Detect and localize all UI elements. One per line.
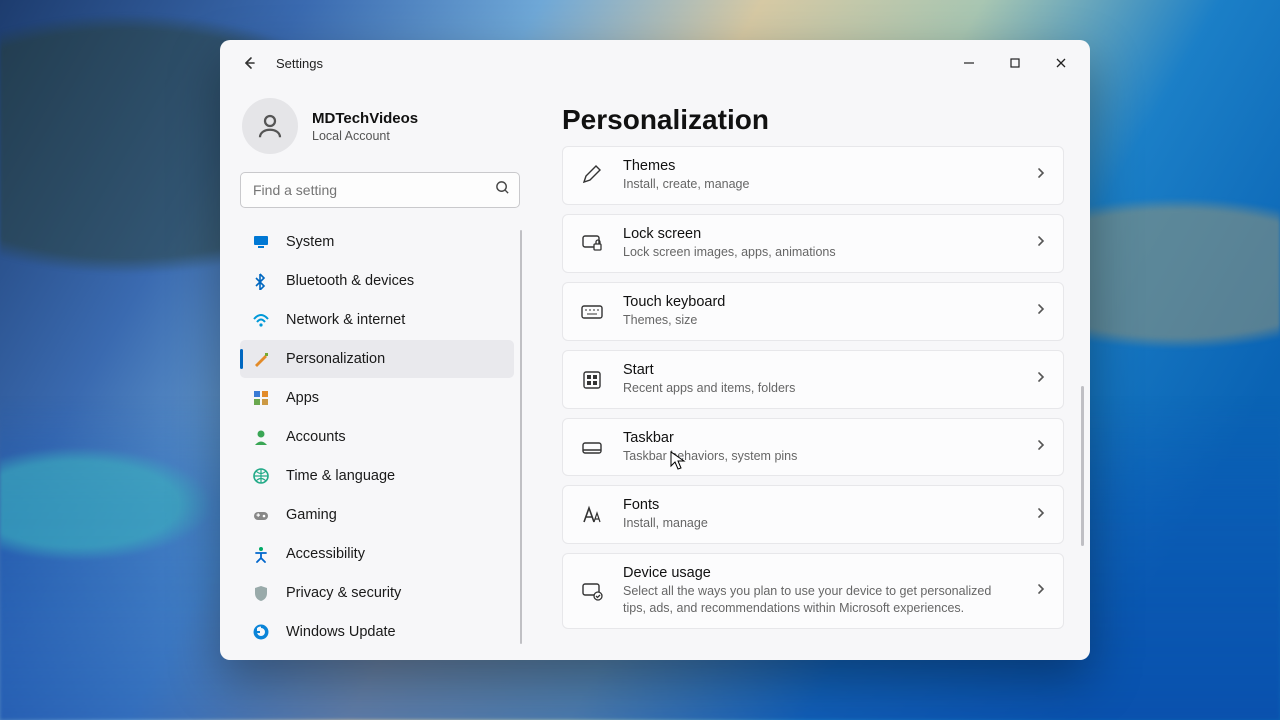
card-title: Device usage (623, 565, 1017, 581)
card-start[interactable]: Start Recent apps and items, folders (562, 350, 1064, 409)
monitor-icon (252, 233, 270, 251)
sidebar-item-label: Time & language (286, 468, 395, 484)
sidebar-item-label: Apps (286, 390, 319, 406)
card-text: Themes Install, create, manage (623, 158, 1017, 193)
page-title: Personalization (562, 104, 1064, 136)
card-themes[interactable]: Themes Install, create, manage (562, 146, 1064, 205)
settings-window: Settings MDTechVideos Local Account (220, 40, 1090, 660)
sidebar-item-label: Accounts (286, 429, 346, 445)
card-touch-keyboard[interactable]: Touch keyboard Themes, size (562, 282, 1064, 341)
wifi-icon (252, 311, 270, 329)
sidebar-nav: System Bluetooth & devices Network & inter… (238, 222, 522, 652)
sidebar-item-label: Windows Update (286, 624, 396, 640)
chevron-right-icon (1035, 506, 1047, 524)
card-subtitle: Recent apps and items, folders (623, 380, 1017, 397)
card-text: Start Recent apps and items, folders (623, 362, 1017, 397)
card-text: Fonts Install, manage (623, 497, 1017, 532)
maximize-icon (1009, 57, 1021, 69)
sidebar-item-time-language[interactable]: Time & language (240, 457, 514, 495)
back-arrow-icon (241, 55, 257, 71)
shield-icon (252, 584, 270, 602)
card-taskbar[interactable]: Taskbar Taskbar behaviors, system pins (562, 418, 1064, 477)
profile-name: MDTechVideos (312, 110, 418, 127)
sidebar-item-accounts[interactable]: Accounts (240, 418, 514, 456)
sidebar-item-bluetooth-devices[interactable]: Bluetooth & devices (240, 262, 514, 300)
sidebar-item-label: Privacy & security (286, 585, 401, 601)
sidebar-item-label: Bluetooth & devices (286, 273, 414, 289)
card-subtitle: Select all the ways you plan to use your… (623, 583, 1017, 617)
minimize-icon (963, 57, 975, 69)
sidebar-item-label: Accessibility (286, 546, 365, 562)
fonts-icon (579, 504, 605, 526)
sidebar-item-label: Gaming (286, 507, 337, 523)
card-title: Touch keyboard (623, 294, 1017, 310)
chevron-right-icon (1035, 370, 1047, 388)
card-subtitle: Install, create, manage (623, 176, 1017, 193)
window-title: Settings (276, 56, 323, 71)
start-icon (579, 368, 605, 390)
accessibility-icon (252, 545, 270, 563)
avatar (242, 98, 298, 154)
maximize-button[interactable] (992, 46, 1038, 80)
card-subtitle: Taskbar behaviors, system pins (623, 448, 1017, 465)
sidebar: MDTechVideos Local Account System Bluetoo… (220, 86, 540, 660)
bluetooth-icon (252, 272, 270, 290)
update-icon (252, 623, 270, 641)
sidebar-item-gaming[interactable]: Gaming (240, 496, 514, 534)
globe-icon (252, 467, 270, 485)
person-icon (255, 111, 285, 141)
person-icon (252, 428, 270, 446)
minimize-button[interactable] (946, 46, 992, 80)
sidebar-item-network-internet[interactable]: Network & internet (240, 301, 514, 339)
chevron-right-icon (1035, 582, 1047, 600)
card-title: Start (623, 362, 1017, 378)
chevron-right-icon (1035, 234, 1047, 252)
back-button[interactable] (232, 46, 266, 80)
personalization-cards: Themes Install, create, manage Lock screen… (562, 146, 1064, 652)
card-title: Taskbar (623, 430, 1017, 446)
card-text: Taskbar Taskbar behaviors, system pins (623, 430, 1017, 465)
taskbar-icon (579, 436, 605, 458)
card-title: Themes (623, 158, 1017, 174)
chevron-right-icon (1035, 166, 1047, 184)
chevron-right-icon (1035, 302, 1047, 320)
search-icon (495, 180, 510, 200)
device-check-icon (579, 580, 605, 602)
sidebar-item-system[interactable]: System (240, 223, 514, 261)
card-lock-screen[interactable]: Lock screen Lock screen images, apps, ani… (562, 214, 1064, 273)
grid-icon (252, 389, 270, 407)
card-title: Fonts (623, 497, 1017, 513)
profile-subtitle: Local Account (312, 129, 418, 143)
sidebar-item-label: Network & internet (286, 312, 405, 328)
sidebar-item-windows-update[interactable]: Windows Update (240, 613, 514, 651)
sidebar-item-privacy-security[interactable]: Privacy & security (240, 574, 514, 612)
close-button[interactable] (1038, 46, 1084, 80)
gamepad-icon (252, 506, 270, 524)
card-device-usage[interactable]: Device usage Select all the ways you plan… (562, 553, 1064, 629)
card-title: Lock screen (623, 226, 1017, 242)
card-text: Touch keyboard Themes, size (623, 294, 1017, 329)
main-panel: Personalization Themes Install, create, m… (540, 86, 1090, 660)
brush-icon (252, 350, 270, 368)
search-input[interactable] (240, 172, 520, 208)
chevron-right-icon (1035, 438, 1047, 456)
sidebar-item-label: System (286, 234, 334, 250)
card-text: Device usage Select all the ways you plan… (623, 565, 1017, 617)
pencil-icon (579, 164, 605, 186)
sidebar-item-personalization[interactable]: Personalization (240, 340, 514, 378)
card-subtitle: Themes, size (623, 312, 1017, 329)
sidebar-item-label: Personalization (286, 351, 385, 367)
sidebar-item-apps[interactable]: Apps (240, 379, 514, 417)
card-subtitle: Lock screen images, apps, animations (623, 244, 1017, 261)
sidebar-item-accessibility[interactable]: Accessibility (240, 535, 514, 573)
titlebar: Settings (220, 40, 1090, 86)
close-icon (1055, 57, 1067, 69)
card-fonts[interactable]: Fonts Install, manage (562, 485, 1064, 544)
profile-block[interactable]: MDTechVideos Local Account (238, 90, 522, 172)
lock-monitor-icon (579, 232, 605, 254)
card-text: Lock screen Lock screen images, apps, ani… (623, 226, 1017, 261)
keyboard-icon (579, 300, 605, 322)
search-container (240, 172, 520, 208)
card-subtitle: Install, manage (623, 515, 1017, 532)
